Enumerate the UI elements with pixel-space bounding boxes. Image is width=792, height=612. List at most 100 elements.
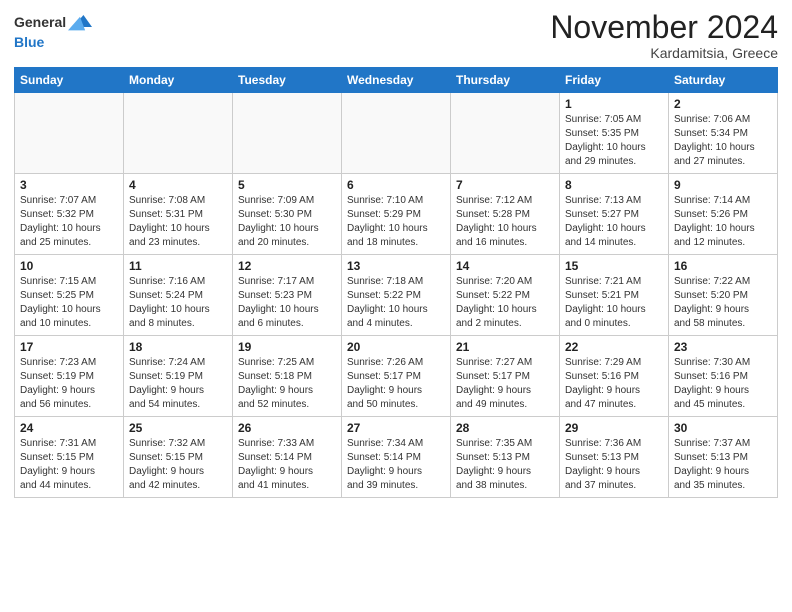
day-number: 5 bbox=[238, 178, 336, 192]
day-number: 12 bbox=[238, 259, 336, 273]
day-info: Sunrise: 7:24 AM Sunset: 5:19 PM Dayligh… bbox=[129, 356, 227, 412]
day-cell bbox=[233, 93, 342, 174]
day-cell: 30 Sunrise: 7:37 AM Sunset: 5:13 PM Dayli… bbox=[669, 417, 778, 498]
week-row-4: 17 Sunrise: 7:23 AM Sunset: 5:19 PM Dayli… bbox=[15, 336, 778, 417]
day-info: Sunrise: 7:09 AM Sunset: 5:30 PM Dayligh… bbox=[238, 194, 336, 250]
day-cell: 5 Sunrise: 7:09 AM Sunset: 5:30 PM Daylig… bbox=[233, 174, 342, 255]
day-cell: 26Sunrise: 7:33 AM Sunset: 5:14 PM Dayli… bbox=[233, 417, 342, 498]
weekday-header-friday: Friday bbox=[560, 68, 669, 93]
day-info: Sunrise: 7:07 AM Sunset: 5:32 PM Dayligh… bbox=[20, 194, 118, 250]
day-info: Sunrise: 7:25 AM Sunset: 5:18 PM Dayligh… bbox=[238, 356, 336, 412]
day-number: 3 bbox=[20, 178, 118, 192]
day-cell: 28Sunrise: 7:35 AM Sunset: 5:13 PM Dayli… bbox=[451, 417, 560, 498]
day-cell: 17 Sunrise: 7:23 AM Sunset: 5:19 PM Dayli… bbox=[15, 336, 124, 417]
day-number: 21 bbox=[456, 340, 554, 354]
day-cell: 16 Sunrise: 7:22 AM Sunset: 5:20 PM Dayli… bbox=[669, 255, 778, 336]
day-number: 1 bbox=[565, 97, 663, 111]
day-number: 15 bbox=[565, 259, 663, 273]
day-number: 19 bbox=[238, 340, 336, 354]
day-number: 23 bbox=[674, 340, 772, 354]
title-block: November 2024 Kardamitsia, Greece bbox=[550, 10, 778, 61]
day-number: 22 bbox=[565, 340, 663, 354]
day-info: Sunrise: 7:10 AM Sunset: 5:29 PM Dayligh… bbox=[347, 194, 445, 250]
weekday-header-monday: Monday bbox=[124, 68, 233, 93]
day-number: 29 bbox=[565, 421, 663, 435]
day-cell: 20Sunrise: 7:26 AM Sunset: 5:17 PM Dayli… bbox=[342, 336, 451, 417]
day-info: Sunrise: 7:23 AM Sunset: 5:19 PM Dayligh… bbox=[20, 356, 118, 412]
day-cell: 14 Sunrise: 7:20 AM Sunset: 5:22 PM Dayli… bbox=[451, 255, 560, 336]
day-cell: 3 Sunrise: 7:07 AM Sunset: 5:32 PM Daylig… bbox=[15, 174, 124, 255]
logo: General Blue bbox=[14, 10, 92, 50]
day-number: 7 bbox=[456, 178, 554, 192]
day-info: Sunrise: 7:17 AM Sunset: 5:23 PM Dayligh… bbox=[238, 275, 336, 331]
page: General Blue November 2024 Kardamitsia, … bbox=[0, 0, 792, 612]
weekday-header-saturday: Saturday bbox=[669, 68, 778, 93]
day-info: Sunrise: 7:15 AM Sunset: 5:25 PM Dayligh… bbox=[20, 275, 118, 331]
day-number: 17 bbox=[20, 340, 118, 354]
day-cell: 6 Sunrise: 7:10 AM Sunset: 5:29 PM Daylig… bbox=[342, 174, 451, 255]
day-info: Sunrise: 7:37 AM Sunset: 5:13 PM Dayligh… bbox=[674, 437, 772, 493]
day-info: Sunrise: 7:34 AM Sunset: 5:14 PM Dayligh… bbox=[347, 437, 445, 493]
day-info: Sunrise: 7:08 AM Sunset: 5:31 PM Dayligh… bbox=[129, 194, 227, 250]
weekday-header-row: SundayMondayTuesdayWednesdayThursdayFrid… bbox=[15, 68, 778, 93]
day-cell: 4Sunrise: 7:08 AM Sunset: 5:31 PM Daylig… bbox=[124, 174, 233, 255]
week-row-2: 3 Sunrise: 7:07 AM Sunset: 5:32 PM Daylig… bbox=[15, 174, 778, 255]
day-number: 9 bbox=[674, 178, 772, 192]
day-number: 8 bbox=[565, 178, 663, 192]
day-info: Sunrise: 7:05 AM Sunset: 5:35 PM Dayligh… bbox=[565, 113, 663, 169]
logo-blue: Blue bbox=[14, 34, 44, 50]
location: Kardamitsia, Greece bbox=[550, 45, 778, 61]
weekday-header-sunday: Sunday bbox=[15, 68, 124, 93]
day-cell bbox=[124, 93, 233, 174]
day-info: Sunrise: 7:29 AM Sunset: 5:16 PM Dayligh… bbox=[565, 356, 663, 412]
day-info: Sunrise: 7:31 AM Sunset: 5:15 PM Dayligh… bbox=[20, 437, 118, 493]
weekday-header-thursday: Thursday bbox=[451, 68, 560, 93]
day-number: 16 bbox=[674, 259, 772, 273]
day-cell: 23 Sunrise: 7:30 AM Sunset: 5:16 PM Dayli… bbox=[669, 336, 778, 417]
day-info: Sunrise: 7:20 AM Sunset: 5:22 PM Dayligh… bbox=[456, 275, 554, 331]
day-number: 25 bbox=[129, 421, 227, 435]
day-cell: 15 Sunrise: 7:21 AM Sunset: 5:21 PM Dayli… bbox=[560, 255, 669, 336]
week-row-3: 10Sunrise: 7:15 AM Sunset: 5:25 PM Dayli… bbox=[15, 255, 778, 336]
day-cell bbox=[342, 93, 451, 174]
month-title: November 2024 bbox=[550, 10, 778, 45]
day-info: Sunrise: 7:36 AM Sunset: 5:13 PM Dayligh… bbox=[565, 437, 663, 493]
day-info: Sunrise: 7:21 AM Sunset: 5:21 PM Dayligh… bbox=[565, 275, 663, 331]
day-cell: 19 Sunrise: 7:25 AM Sunset: 5:18 PM Dayli… bbox=[233, 336, 342, 417]
day-number: 6 bbox=[347, 178, 445, 192]
day-number: 2 bbox=[674, 97, 772, 111]
day-cell: 11Sunrise: 7:16 AM Sunset: 5:24 PM Dayli… bbox=[124, 255, 233, 336]
day-number: 13 bbox=[347, 259, 445, 273]
calendar: SundayMondayTuesdayWednesdayThursdayFrid… bbox=[14, 67, 778, 498]
day-cell: 2 Sunrise: 7:06 AM Sunset: 5:34 PM Daylig… bbox=[669, 93, 778, 174]
logo-icon bbox=[68, 10, 92, 32]
day-cell bbox=[15, 93, 124, 174]
week-row-1: 1 Sunrise: 7:05 AM Sunset: 5:35 PM Daylig… bbox=[15, 93, 778, 174]
day-number: 26 bbox=[238, 421, 336, 435]
day-number: 24 bbox=[20, 421, 118, 435]
day-cell: 22 Sunrise: 7:29 AM Sunset: 5:16 PM Dayli… bbox=[560, 336, 669, 417]
day-info: Sunrise: 7:30 AM Sunset: 5:16 PM Dayligh… bbox=[674, 356, 772, 412]
day-info: Sunrise: 7:27 AM Sunset: 5:17 PM Dayligh… bbox=[456, 356, 554, 412]
day-info: Sunrise: 7:14 AM Sunset: 5:26 PM Dayligh… bbox=[674, 194, 772, 250]
day-number: 27 bbox=[347, 421, 445, 435]
day-cell: 21 Sunrise: 7:27 AM Sunset: 5:17 PM Dayli… bbox=[451, 336, 560, 417]
day-cell bbox=[451, 93, 560, 174]
day-cell: 10Sunrise: 7:15 AM Sunset: 5:25 PM Dayli… bbox=[15, 255, 124, 336]
day-cell: 8 Sunrise: 7:13 AM Sunset: 5:27 PM Daylig… bbox=[560, 174, 669, 255]
day-info: Sunrise: 7:12 AM Sunset: 5:28 PM Dayligh… bbox=[456, 194, 554, 250]
day-info: Sunrise: 7:13 AM Sunset: 5:27 PM Dayligh… bbox=[565, 194, 663, 250]
day-cell: 18Sunrise: 7:24 AM Sunset: 5:19 PM Dayli… bbox=[124, 336, 233, 417]
weekday-header-tuesday: Tuesday bbox=[233, 68, 342, 93]
day-number: 14 bbox=[456, 259, 554, 273]
day-info: Sunrise: 7:06 AM Sunset: 5:34 PM Dayligh… bbox=[674, 113, 772, 169]
day-info: Sunrise: 7:18 AM Sunset: 5:22 PM Dayligh… bbox=[347, 275, 445, 331]
day-info: Sunrise: 7:22 AM Sunset: 5:20 PM Dayligh… bbox=[674, 275, 772, 331]
day-cell: 29 Sunrise: 7:36 AM Sunset: 5:13 PM Dayli… bbox=[560, 417, 669, 498]
header: General Blue November 2024 Kardamitsia, … bbox=[14, 10, 778, 61]
day-cell: 13 Sunrise: 7:18 AM Sunset: 5:22 PM Dayli… bbox=[342, 255, 451, 336]
day-cell: 25Sunrise: 7:32 AM Sunset: 5:15 PM Dayli… bbox=[124, 417, 233, 498]
day-info: Sunrise: 7:26 AM Sunset: 5:17 PM Dayligh… bbox=[347, 356, 445, 412]
day-number: 30 bbox=[674, 421, 772, 435]
logo-general: General bbox=[14, 14, 66, 30]
